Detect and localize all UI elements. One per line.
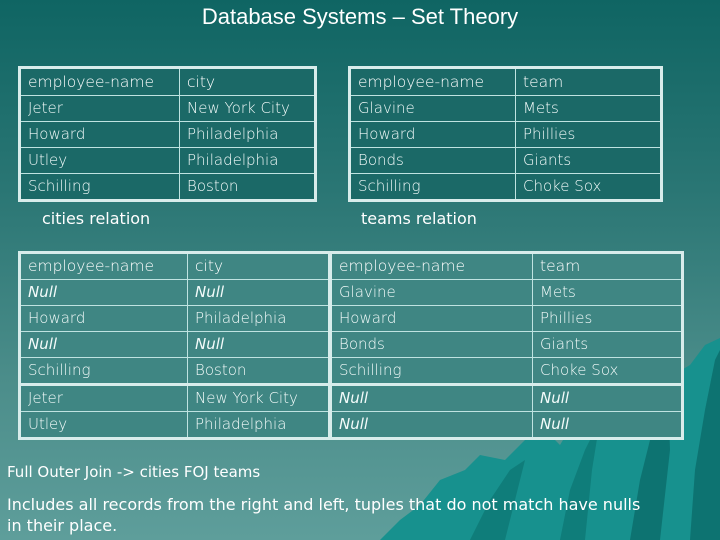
table-cell: Jeter (19, 383, 188, 412)
table-cell: Philadelphia (187, 411, 331, 439)
table-cell: Null (532, 383, 683, 412)
table-cell: Schilling (19, 357, 188, 385)
table-row: Null Null Bonds Giants (19, 331, 683, 358)
table-row: Utley Philadelphia Null Null (19, 411, 683, 439)
table-cell: Glavine (349, 95, 516, 122)
table-cell: Utley (19, 147, 180, 174)
table-cell: Schilling (19, 173, 180, 201)
table-header-row: employee-name team (349, 67, 662, 96)
table-cell: New York City (187, 383, 331, 412)
table-cell: Boston (179, 173, 316, 201)
table-cell: Glavine (328, 279, 533, 306)
table-cell: Null (328, 383, 533, 412)
table-cell: Howard (19, 305, 188, 332)
table-cell: Howard (349, 121, 516, 148)
table-cell: Jeter (19, 95, 180, 122)
foj-description: Full Outer Join -> cities FOJ teams (7, 463, 261, 481)
table-cell: Giants (515, 147, 662, 174)
table-cell: Philadelphia (187, 305, 331, 332)
table-row: Howard Philadelphia Howard Phillies (19, 305, 683, 332)
column-header: city (179, 67, 316, 96)
column-header: employee-name (349, 67, 516, 96)
table-cell: Boston (187, 357, 331, 385)
table-row: Howard Phillies (349, 121, 662, 148)
slide-title: Database Systems – Set Theory (201, 4, 519, 29)
column-header: team (515, 67, 662, 96)
table-cell: Phillies (532, 305, 683, 332)
full-outer-join-table: employee-name city employee-name team Nu… (18, 251, 684, 440)
table-cell: Bonds (349, 147, 516, 174)
table-row: Jeter New York City Null Null (19, 383, 683, 412)
table-cell: Choke Sox (532, 357, 683, 385)
column-header: employee-name (19, 252, 188, 280)
table-cell: Null (532, 411, 683, 439)
table-header-row: employee-name city (19, 67, 316, 96)
table-cell: Utley (19, 411, 188, 439)
table-cell: Null (328, 411, 533, 439)
table-cell: Howard (328, 305, 533, 332)
table-header-row: employee-name city employee-name team (19, 252, 683, 280)
table-cell: Giants (532, 331, 683, 358)
table-cell: Philadelphia (179, 147, 316, 174)
table-cell: Null (187, 279, 331, 306)
table-row: Jeter New York City (19, 95, 316, 122)
table-row: Schilling Boston (19, 173, 316, 201)
teams-relation-caption: teams relation (361, 209, 477, 228)
table-cell: Howard (19, 121, 180, 148)
table-cell: Bonds (328, 331, 533, 358)
table-row: Bonds Giants (349, 147, 662, 174)
table-cell: Null (187, 331, 331, 358)
table-cell: Null (19, 279, 188, 306)
table-cell: Schilling (328, 357, 533, 385)
table-cell: Mets (532, 279, 683, 306)
column-header: city (187, 252, 331, 280)
table-cell: Mets (515, 95, 662, 122)
table-cell: New York City (179, 95, 316, 122)
cities-relation-caption: cities relation (42, 209, 151, 228)
table-cell: Phillies (515, 121, 662, 148)
table-row: Howard Philadelphia (19, 121, 316, 148)
cities-relation-table: employee-name city Jeter New York City H… (18, 66, 317, 202)
column-header: team (532, 252, 683, 280)
table-cell: Philadelphia (179, 121, 316, 148)
table-cell: Schilling (349, 173, 516, 201)
teams-relation-table: employee-name team Glavine Mets Howard P… (348, 66, 663, 202)
table-row: Schilling Boston Schilling Choke Sox (19, 357, 683, 385)
table-row: Null Null Glavine Mets (19, 279, 683, 306)
table-cell: Null (19, 331, 188, 358)
table-row: Utley Philadelphia (19, 147, 316, 174)
table-cell: Choke Sox (515, 173, 662, 201)
foj-explanation: Includes all records from the right and … (7, 495, 641, 535)
table-row: Schilling Choke Sox (349, 173, 662, 201)
table-row: Glavine Mets (349, 95, 662, 122)
column-header: employee-name (19, 67, 180, 96)
column-header: employee-name (328, 252, 533, 280)
